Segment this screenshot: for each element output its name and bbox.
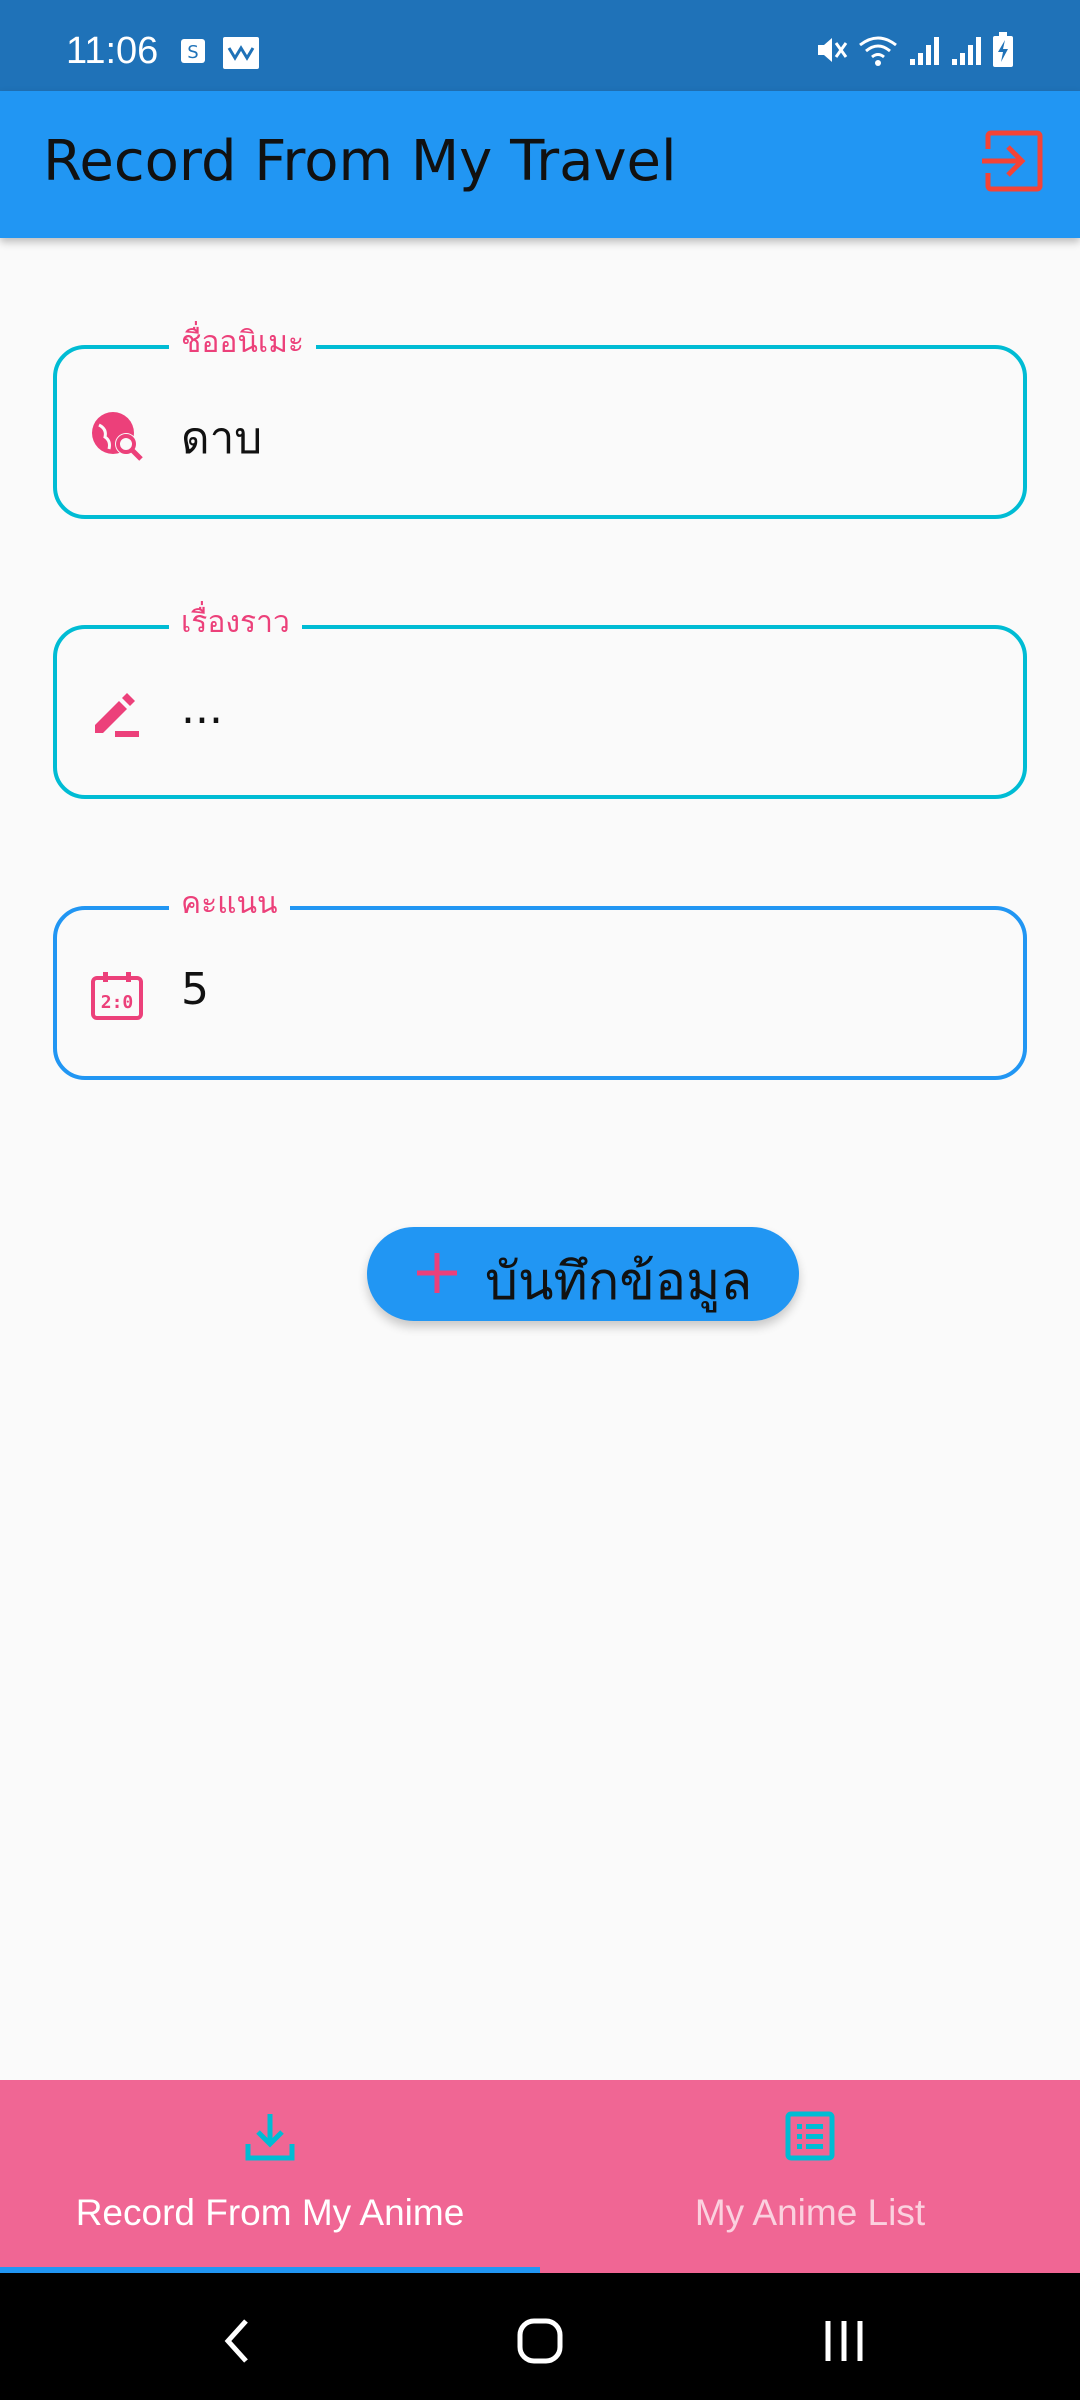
wallet-icon	[223, 37, 259, 69]
svg-text:S: S	[187, 42, 198, 63]
anime-name-value: ดาบ	[181, 413, 263, 464]
system-nav-bar	[0, 2273, 1080, 2400]
anime-name-field[interactable]: ชื่ออนิเมะ ดาบ	[53, 323, 1027, 519]
nav-label-record: Record From My Anime	[75, 2192, 465, 2233]
story-label: เรื่องราว	[169, 603, 302, 643]
app-bar: Record From My Travel	[0, 91, 1080, 238]
signal-icon	[910, 37, 939, 65]
back-icon[interactable]	[208, 2311, 268, 2371]
signal-icon	[952, 37, 981, 65]
score-value: 5	[181, 964, 209, 1015]
nav-item-list[interactable]: My Anime List	[540, 2080, 1080, 2273]
save-button[interactable]: บันทึกข้อมูล	[367, 1227, 799, 1321]
anime-name-label: ชื่ออนิเมะ	[169, 323, 317, 363]
story-value: ...	[181, 683, 223, 734]
status-left-icons: S	[178, 36, 260, 70]
svg-text:2:0: 2:0	[101, 992, 134, 1013]
plus-icon	[417, 1253, 457, 1293]
bottom-nav: Record From My Anime My Anime List	[0, 2080, 1080, 2273]
home-icon[interactable]	[510, 2311, 570, 2371]
score-label: คะแนน	[169, 884, 290, 924]
mute-icon	[818, 38, 848, 62]
download-icon	[245, 2114, 295, 2161]
score-field[interactable]: คะแนน 2:0 5	[53, 884, 1027, 1080]
sim-card-icon: S	[181, 39, 205, 63]
logout-icon[interactable]	[978, 127, 1046, 195]
battery-charging-icon	[993, 32, 1013, 67]
edit-icon	[95, 693, 139, 737]
status-right-icons	[814, 32, 1014, 68]
page-title: Record From My Travel	[43, 129, 677, 194]
status-bar: 11:06 S	[0, 0, 1080, 91]
wifi-icon	[859, 36, 897, 66]
list-icon	[785, 2111, 835, 2161]
story-field[interactable]: เรื่องราว ...	[53, 603, 1027, 799]
save-button-label: บันทึกข้อมูล	[485, 1252, 753, 1312]
scoreboard-icon: 2:0	[91, 972, 143, 1020]
status-time: 11:06	[66, 30, 159, 72]
recents-icon[interactable]	[814, 2311, 874, 2371]
travel-explore-icon	[92, 412, 143, 461]
nav-label-list: My Anime List	[694, 2192, 926, 2233]
nav-item-record[interactable]: Record From My Anime	[0, 2080, 540, 2273]
